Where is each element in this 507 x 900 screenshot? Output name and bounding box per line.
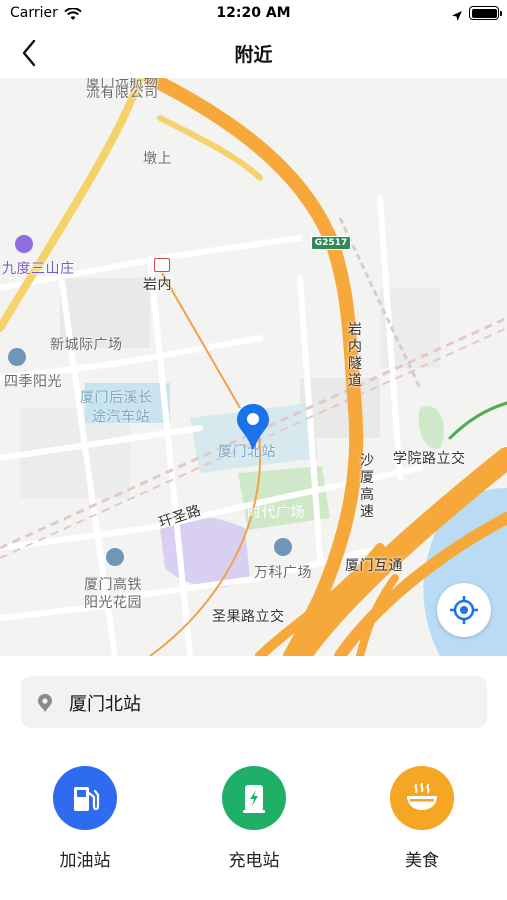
category-food[interactable]: 美食 (367, 766, 477, 876)
map-label: 九度三山庄 (2, 261, 75, 277)
search-value: 厦门北站 (69, 694, 141, 715)
map-label: 途汽车站 (92, 409, 150, 425)
mall-icon (274, 538, 292, 556)
highway-shield: G2517 (311, 236, 351, 250)
scenic-spot-icon (15, 235, 33, 253)
category-label: 美食 (405, 851, 439, 871)
food-bowl-icon (390, 766, 454, 830)
map-label: 圣果路立交 (212, 609, 285, 625)
map-label: 厦门互通 (345, 558, 403, 574)
status-bar: Carrier 12:20 AM (0, 0, 507, 28)
battery-icon (469, 6, 502, 20)
locate-button[interactable] (437, 583, 491, 637)
map-label: 时代广场 (247, 505, 305, 521)
map-label: 四季阳光 (4, 374, 62, 390)
map-label: 墩上 (143, 151, 172, 167)
category-charging-station[interactable]: 充电站 (199, 766, 309, 876)
location-arrow-icon (451, 7, 463, 26)
crosshair-icon (450, 596, 478, 624)
nav-bar: 附近 (0, 28, 507, 78)
residence-icon (106, 548, 124, 566)
fuel-pump-icon (53, 766, 117, 830)
map-label: 新城际广场 (50, 337, 123, 353)
map-view[interactable]: 厦门远航物 流有限公司 墩上 G2517 九度三山庄 岩内 新城际广场 岩内隧道… (0, 78, 507, 656)
page-title: 附近 (234, 44, 273, 66)
clock: 12:20 AM (216, 5, 291, 21)
map-label: 阳光花园 (84, 595, 142, 611)
category-label: 充电站 (228, 851, 280, 871)
location-pin-icon (236, 403, 270, 455)
category-label: 加油站 (59, 851, 111, 871)
map-label: 厦门后溪长 (80, 390, 153, 406)
map-label: 厦门高铁 (84, 577, 142, 593)
map-label: 岩内 (143, 277, 172, 293)
metro-icon (154, 258, 170, 272)
bottom-panel: 厦门北站 加油站 充电站 美食 (0, 656, 507, 900)
category-gas-station[interactable]: 加油站 (30, 766, 140, 876)
location-search-field[interactable]: 厦门北站 (21, 676, 487, 728)
map-label: 万科广场 (254, 565, 312, 581)
map-label: 流有限公司 (86, 85, 159, 101)
residence-icon (8, 348, 26, 366)
map-label: 沙厦高速 (360, 453, 375, 520)
location-pin-icon (38, 694, 52, 712)
charging-station-icon (222, 766, 286, 830)
map-label: 学院路立交 (393, 451, 466, 467)
map-label: 岩内隧道 (348, 322, 363, 389)
